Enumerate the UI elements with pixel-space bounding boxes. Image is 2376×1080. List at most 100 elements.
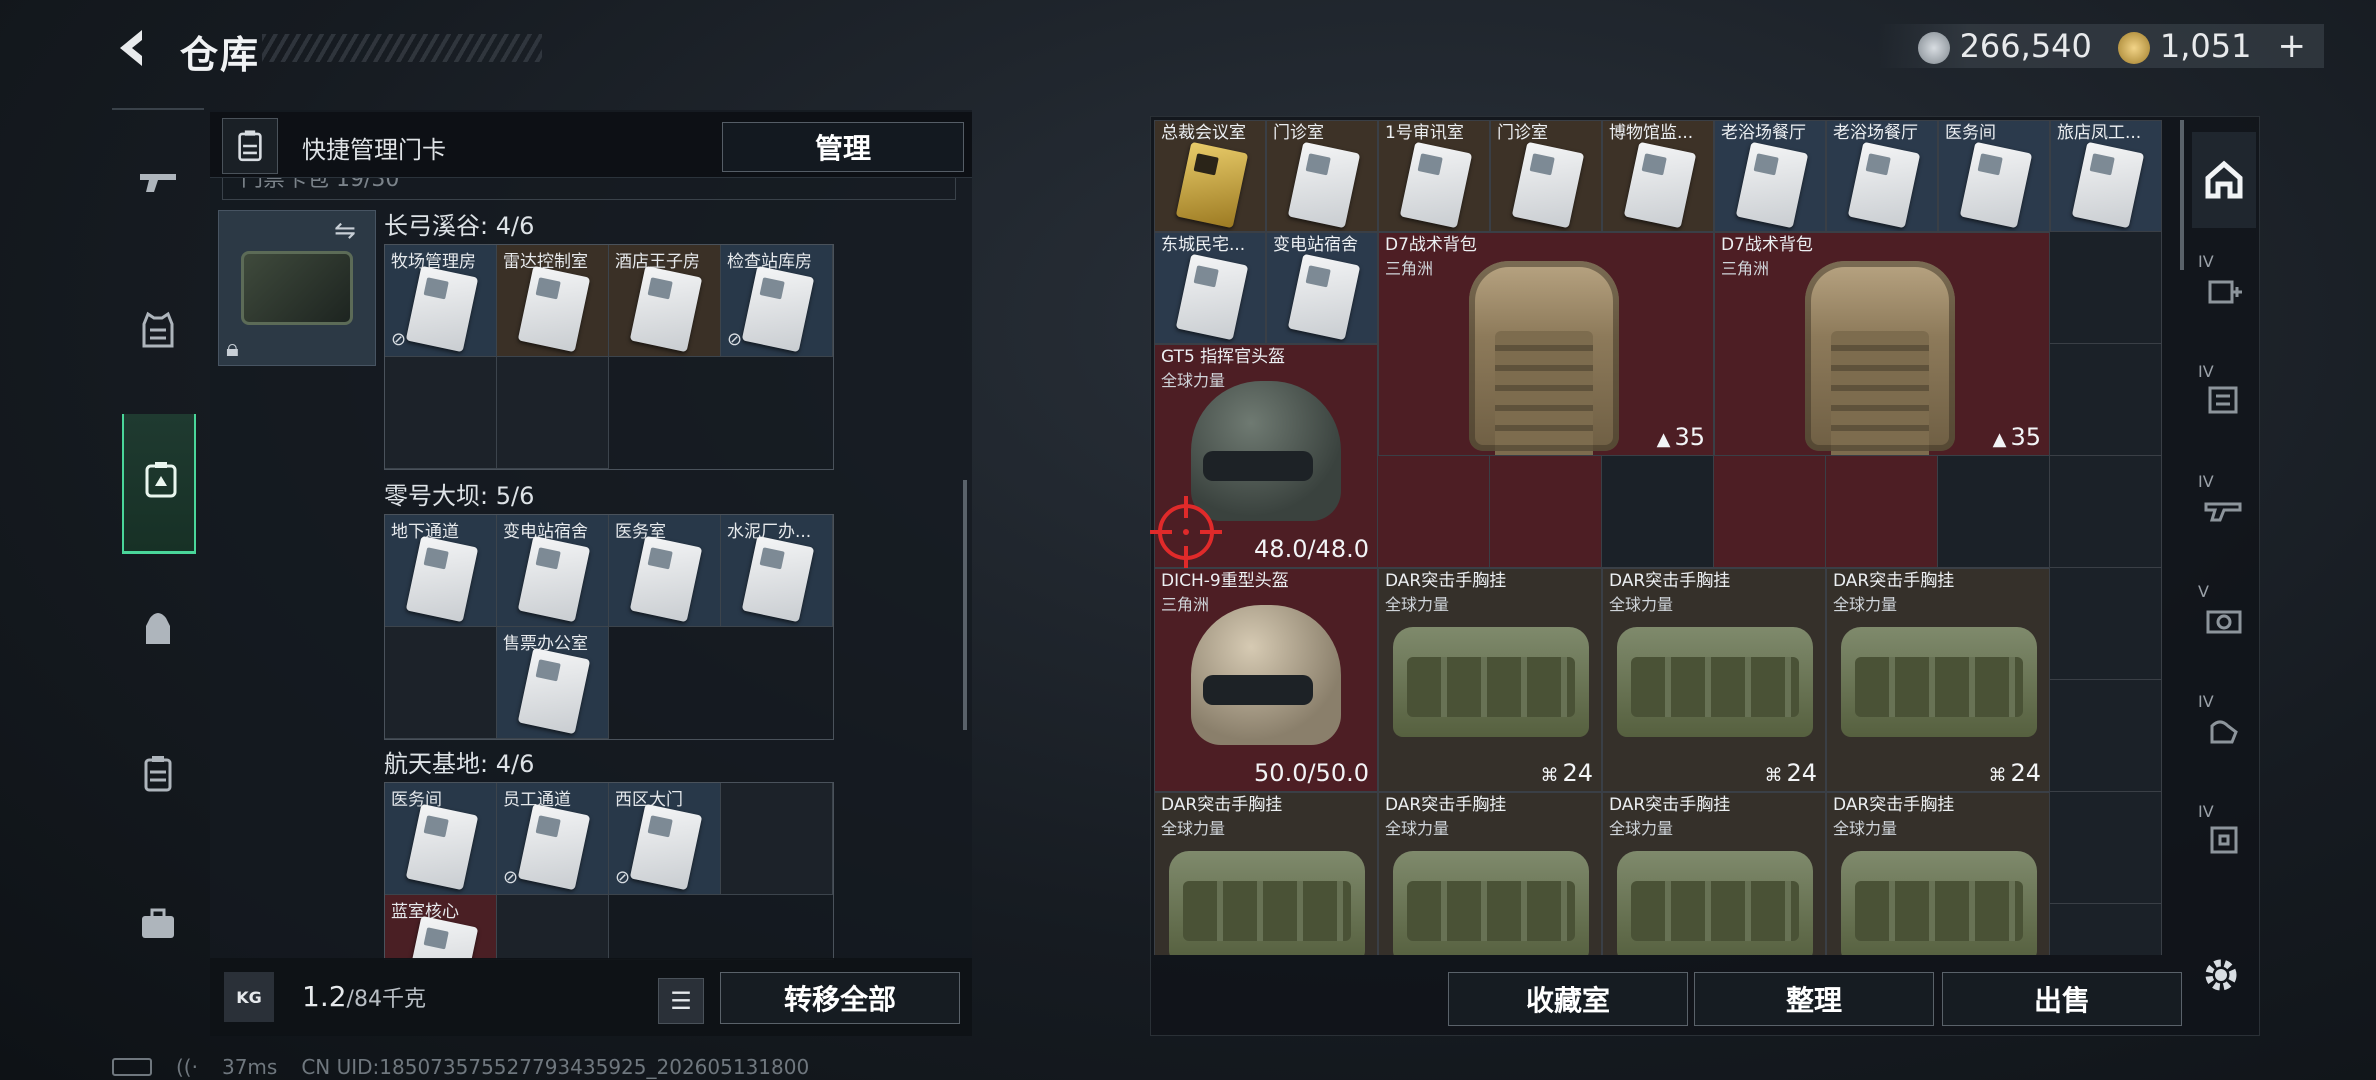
- empty-slot[interactable]: [497, 895, 609, 959]
- heal-icon: [2208, 280, 2242, 304]
- backpack-item[interactable]: D7战术背包 三角洲 ▲ 35: [1378, 232, 1714, 456]
- manage-button[interactable]: 管理: [722, 122, 964, 172]
- stash-tab-5[interactable]: V: [2192, 572, 2256, 668]
- keycard-bag-icon: [144, 756, 172, 792]
- keycard-slot[interactable]: 变电站宿舍: [497, 515, 609, 627]
- stash-cell[interactable]: [1826, 456, 1938, 568]
- vest-item[interactable]: DAR突击手胸挂 全球力量: [1826, 792, 2050, 955]
- nav-keycards-active[interactable]: [122, 414, 196, 554]
- keycard-slot[interactable]: 水泥厂办...: [721, 515, 833, 627]
- stash-tab-2[interactable]: IV: [2192, 242, 2256, 338]
- stash-keycard[interactable]: 旅店凤工...: [2050, 120, 2162, 232]
- stash-tab-4[interactable]: IV: [2192, 462, 2256, 558]
- keycard-image: [741, 265, 815, 353]
- stash-cell[interactable]: [1602, 456, 1714, 568]
- keycard-slot[interactable]: 地下通道: [385, 515, 497, 627]
- nav-vests[interactable]: [122, 294, 194, 366]
- stash-keycard[interactable]: 门诊室: [1490, 120, 1602, 232]
- ammo-icon: [2208, 386, 2238, 414]
- stash-tab-6[interactable]: IV: [2192, 682, 2256, 778]
- nav-backpacks[interactable]: [122, 592, 194, 664]
- swap-icon[interactable]: ⇋: [334, 216, 356, 246]
- vest-image: [1841, 851, 2037, 955]
- stash-cell[interactable]: [1378, 456, 1490, 568]
- empty-slot[interactable]: [721, 783, 833, 895]
- stash-keycard[interactable]: 东城民宅...: [1154, 232, 1266, 344]
- stash-cell[interactable]: [1938, 456, 2050, 568]
- sort-button[interactable]: 整理: [1694, 972, 1934, 1026]
- vest-image: [1393, 627, 1589, 737]
- keycard-image: [1735, 141, 1809, 229]
- stash-cell[interactable]: [2050, 680, 2162, 792]
- vest-item[interactable]: DAR突击手胸挂 全球力量: [1154, 792, 1378, 955]
- vest-item[interactable]: DAR突击手胸挂 全球力量 ⌘ 24: [1602, 568, 1826, 792]
- sell-button[interactable]: 出售: [1942, 972, 2182, 1026]
- left-scrollbar[interactable]: [963, 480, 967, 730]
- empty-slot[interactable]: [385, 627, 497, 739]
- stash-keycard[interactable]: 变电站宿舍: [1266, 232, 1378, 344]
- nav-cases[interactable]: [122, 888, 194, 960]
- stash-keycard[interactable]: 老浴场餐厅: [1826, 120, 1938, 232]
- nav-weapons[interactable]: [122, 146, 194, 218]
- page-title: 仓库: [180, 33, 261, 77]
- add-currency-button[interactable]: +: [2278, 26, 2307, 66]
- keycard-slot[interactable]: 检查站库房 ⊘: [721, 245, 833, 357]
- capacity-readout: ⌘ 24: [1764, 759, 1817, 787]
- transfer-all-button[interactable]: 转移全部: [720, 972, 960, 1024]
- keycard-label: 老浴场餐厅: [1833, 123, 1918, 143]
- stash-keycard[interactable]: 博物馆监...: [1602, 120, 1714, 232]
- stash-keycard[interactable]: 医务间: [1938, 120, 2050, 232]
- keycard-slot[interactable]: 医务室: [609, 515, 721, 627]
- empty-slot[interactable]: [385, 357, 497, 469]
- stash-keycard[interactable]: 1号审讯室: [1378, 120, 1490, 232]
- stash-cell[interactable]: [1490, 456, 1602, 568]
- backpack-item[interactable]: D7战术背包 三角洲 ▲ 35: [1714, 232, 2050, 456]
- stash-grid: 总裁会议室 门诊室 1号审讯室 门诊室 博物馆监... 老浴场餐厅 老浴场餐厅 医务间 旅店凤工…: [1154, 120, 2178, 955]
- stash-cell[interactable]: [2050, 232, 2162, 344]
- keycard-slot[interactable]: 医务间: [385, 783, 497, 895]
- keycard-slot[interactable]: 售票办公室: [497, 627, 609, 739]
- stash-tab-7[interactable]: IV: [2192, 792, 2256, 888]
- stash-cell[interactable]: [2050, 344, 2162, 456]
- capacity-readout: ▲ 35: [1656, 423, 1705, 451]
- capacity-readout: ⌘ 24: [1540, 759, 1593, 787]
- stash-cell[interactable]: [2050, 456, 2162, 568]
- stash-keycard[interactable]: 门诊室: [1266, 120, 1378, 232]
- stash-keycard[interactable]: 总裁会议室: [1154, 120, 1266, 232]
- vest-capacity-icon: ⌘: [1540, 765, 1559, 786]
- back-button[interactable]: [112, 26, 156, 70]
- keycard-slot[interactable]: 西区大门 ⊘: [609, 783, 721, 895]
- keycard-grid-changgong: 牧场管理房 ⊘ 雷达控制室 酒店王子房 检查站库房 ⊘: [384, 244, 834, 470]
- keycard-slot[interactable]: 员工通道 ⊘: [497, 783, 609, 895]
- list-view-button[interactable]: ☰: [658, 978, 704, 1024]
- stash-cell[interactable]: [2050, 792, 2162, 904]
- tab-level-label: IV: [2198, 252, 2214, 271]
- stash-keycard[interactable]: 老浴场餐厅: [1714, 120, 1826, 232]
- capacity-icon: ▲: [1992, 429, 2007, 450]
- gear-icon: [2205, 959, 2237, 991]
- keycard-image: [1399, 141, 1473, 229]
- stash-cell[interactable]: [2050, 568, 2162, 680]
- backpack-image: [1805, 261, 1955, 455]
- empty-slot[interactable]: [497, 357, 609, 469]
- keycard-slot[interactable]: 雷达控制室: [497, 245, 609, 357]
- keycard-slot[interactable]: 牧场管理房 ⊘: [385, 245, 497, 357]
- settings-button[interactable]: [2196, 950, 2246, 1000]
- vest-item[interactable]: DAR突击手胸挂 全球力量 ⌘ 24: [1378, 568, 1602, 792]
- nav-keycard-bag[interactable]: [122, 738, 194, 810]
- keycard-label: 医务间: [1945, 123, 1996, 143]
- vest-item[interactable]: DAR突击手胸挂 全球力量: [1602, 792, 1826, 955]
- helmet-item[interactable]: DICH-9重型头盔 三角洲 50.0/50.0: [1154, 568, 1378, 792]
- vest-item[interactable]: DAR突击手胸挂 全球力量 ⌘ 24: [1826, 568, 2050, 792]
- stash-cell[interactable]: [1714, 456, 1826, 568]
- keycard-slot[interactable]: 蓝室核心: [385, 895, 497, 959]
- stash-cell[interactable]: [2050, 904, 2162, 955]
- wifi-icon: ((·: [176, 1055, 198, 1079]
- ping-readout: 37ms: [221, 1055, 278, 1079]
- vest-item[interactable]: DAR突击手胸挂 全球力量: [1378, 792, 1602, 955]
- stash-tab-3[interactable]: IV: [2192, 352, 2256, 448]
- keycard-slot[interactable]: 酒店王子房: [609, 245, 721, 357]
- stash-tab-1[interactable]: [2192, 132, 2256, 228]
- quick-manage-icon: [222, 118, 278, 174]
- collection-room-button[interactable]: 收藏室: [1448, 972, 1688, 1026]
